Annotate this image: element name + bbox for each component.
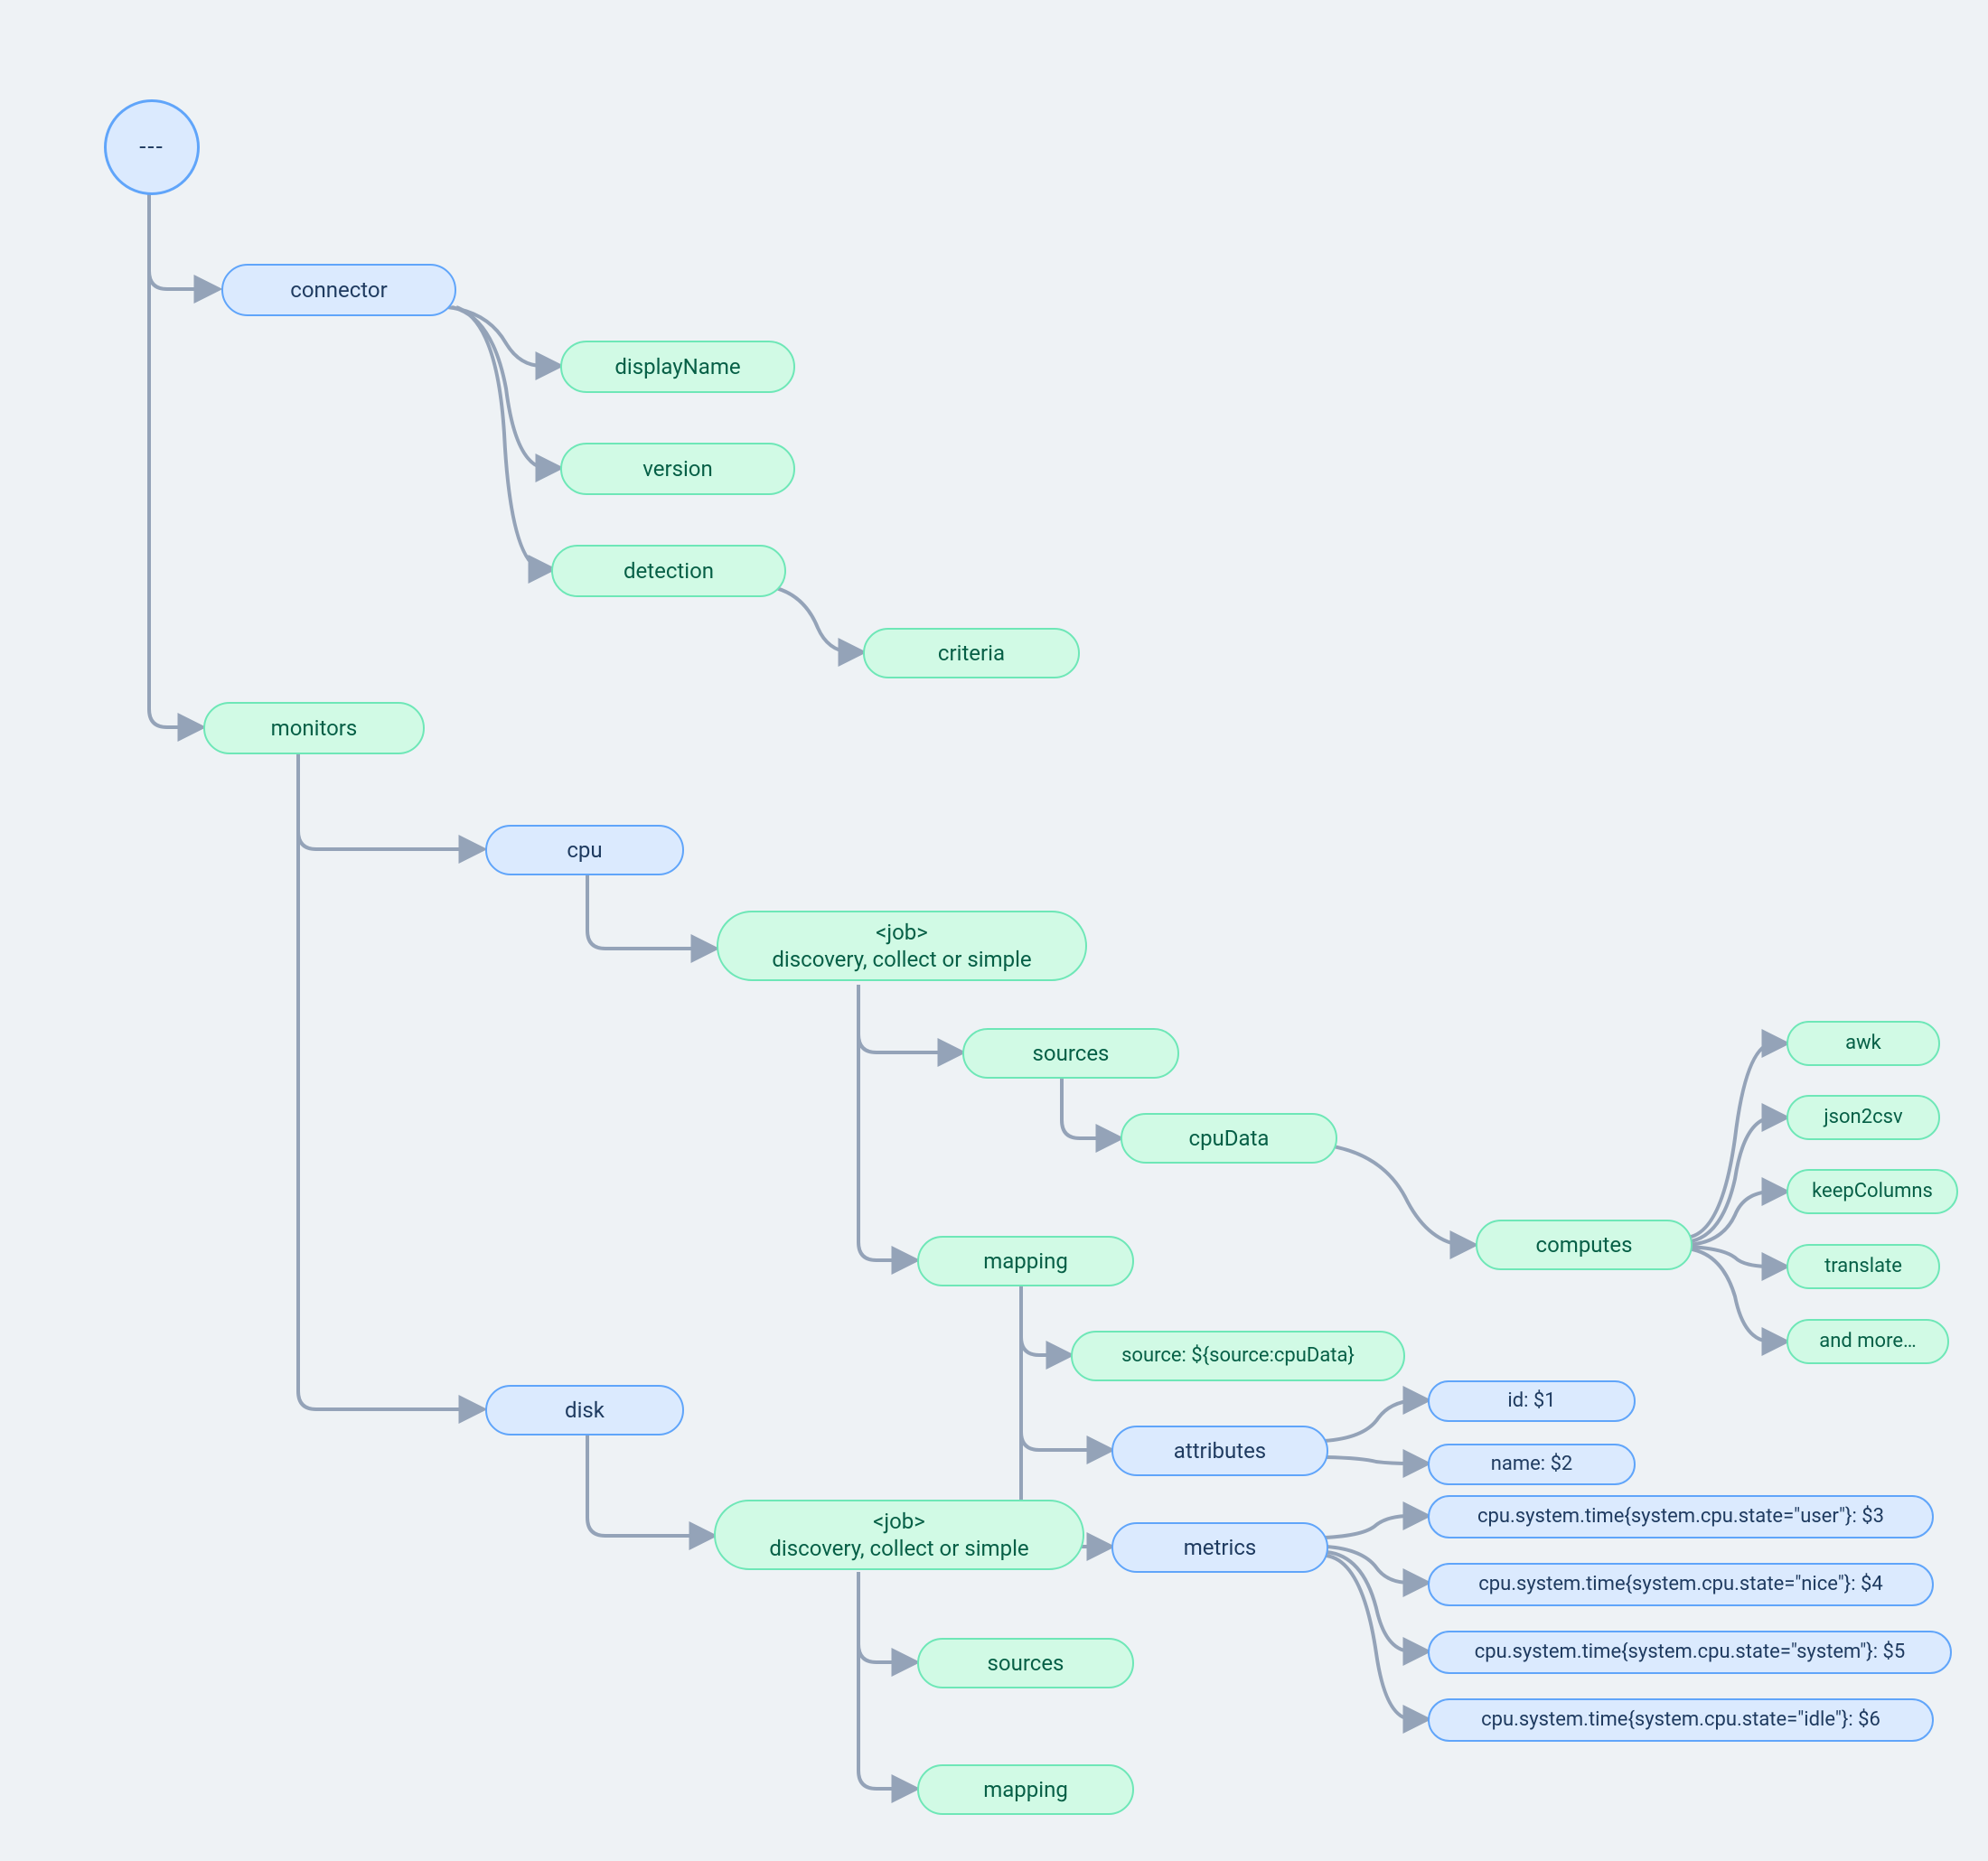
node-criteria: criteria <box>863 628 1080 678</box>
node-metric-0: cpu.system.time{system.cpu.state="user"}… <box>1428 1495 1934 1538</box>
node-connector: connector <box>221 264 456 316</box>
node-metric-2: cpu.system.time{system.cpu.state="system… <box>1428 1631 1952 1674</box>
node-root: --- <box>104 99 200 195</box>
node-mapping-source: source: ${source:cpuData} <box>1071 1331 1405 1381</box>
node-metrics: metrics <box>1111 1522 1328 1573</box>
node-metric-1: cpu.system.time{system.cpu.state="nice"}… <box>1428 1563 1934 1606</box>
node-cpu: cpu <box>485 825 684 875</box>
node-disk: disk <box>485 1385 684 1435</box>
node-sources: sources <box>962 1028 1179 1079</box>
node-cpu-job: <job>discovery, collect or simple <box>717 911 1087 981</box>
node-detection: detection <box>551 545 786 597</box>
node-op-more: and more… <box>1786 1319 1949 1364</box>
node-displayName: displayName <box>560 341 795 393</box>
node-op-keepColumns: keepColumns <box>1786 1169 1958 1214</box>
node-disk-sources: sources <box>917 1638 1134 1688</box>
node-op-json2csv: json2csv <box>1786 1095 1940 1140</box>
node-attributes: attributes <box>1111 1426 1328 1476</box>
node-metric-3: cpu.system.time{system.cpu.state="idle"}… <box>1428 1698 1934 1742</box>
node-computes: computes <box>1476 1220 1693 1270</box>
node-cpu-job-label: <job>discovery, collect or simple <box>772 919 1031 973</box>
node-monitors: monitors <box>203 702 425 754</box>
node-attr-id: id: $1 <box>1428 1380 1636 1422</box>
node-disk-mapping: mapping <box>917 1764 1134 1815</box>
node-disk-job-label: <job>discovery, collect or simple <box>769 1508 1028 1562</box>
node-mapping: mapping <box>917 1236 1134 1286</box>
node-version: version <box>560 443 795 495</box>
node-cpuData: cpuData <box>1121 1113 1337 1164</box>
node-op-awk: awk <box>1786 1021 1940 1066</box>
node-attr-name: name: $2 <box>1428 1444 1636 1485</box>
node-op-translate: translate <box>1786 1244 1940 1289</box>
node-disk-job: <job>discovery, collect or simple <box>714 1500 1084 1570</box>
